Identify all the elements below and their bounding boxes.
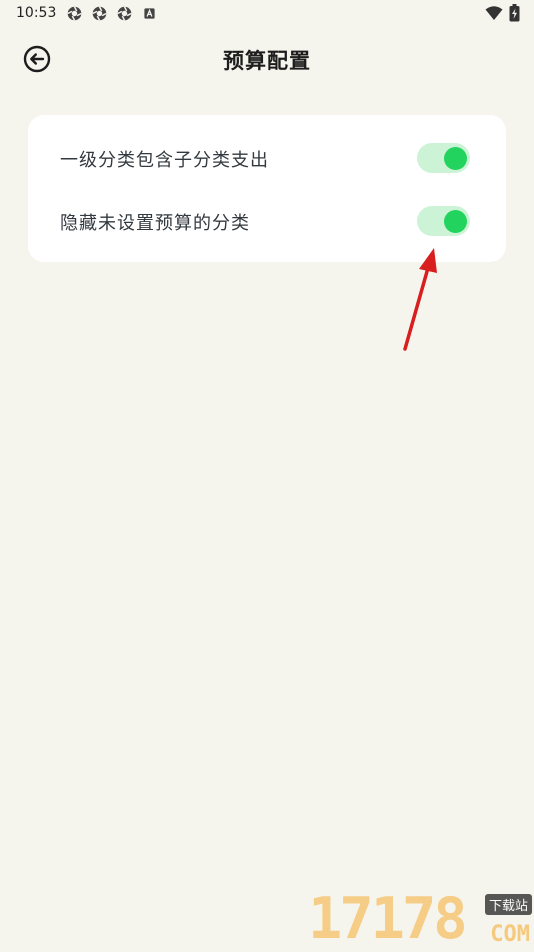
aperture-icon [117, 6, 132, 21]
notification-icons [66, 5, 158, 22]
status-time: 10:53 [16, 5, 57, 21]
toggle-knob [444, 210, 467, 233]
include-subcategory-toggle[interactable] [417, 143, 470, 173]
hide-unbudgeted-toggle[interactable] [417, 206, 470, 236]
setting-label: 一级分类包含子分类支出 [60, 150, 269, 171]
settings-card: 一级分类包含子分类支出 隐藏未设置预算的分类 [28, 115, 506, 262]
watermark-domain: COM [490, 922, 530, 947]
setting-row-hide-unbudgeted: 隐藏未设置预算的分类 [28, 200, 506, 240]
aperture-icon [92, 6, 107, 21]
app-bar: 预算配置 [0, 36, 534, 82]
system-icons [485, 4, 520, 22]
wifi-icon [485, 6, 503, 20]
aperture-icon [67, 6, 82, 21]
setting-label: 隐藏未设置预算的分类 [60, 213, 250, 234]
setting-row-include-subcategory: 一级分类包含子分类支出 [28, 137, 506, 177]
watermark-tag: 下载站 [484, 894, 532, 915]
battery-charging-icon [509, 4, 520, 22]
a-badge-icon [144, 8, 155, 19]
watermark-number: 17178 [308, 886, 468, 952]
toggle-knob [444, 147, 467, 170]
watermark: 17178 下载站 COM [308, 888, 534, 950]
status-bar: 10:53 [0, 0, 534, 28]
page-title: 预算配置 [223, 49, 311, 73]
